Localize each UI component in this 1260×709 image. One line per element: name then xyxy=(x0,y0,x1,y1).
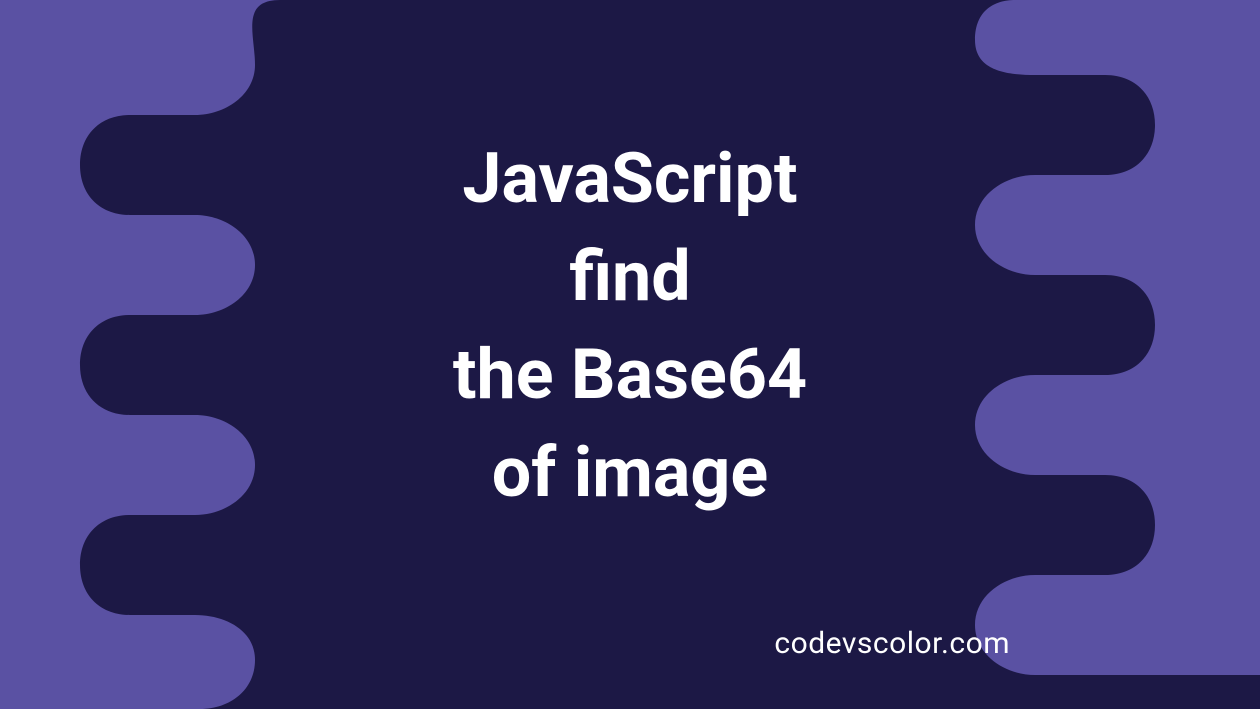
main-title: JavaScript find the Base64 of image xyxy=(0,130,1260,522)
site-credit: codevscolor.com xyxy=(774,626,1010,661)
